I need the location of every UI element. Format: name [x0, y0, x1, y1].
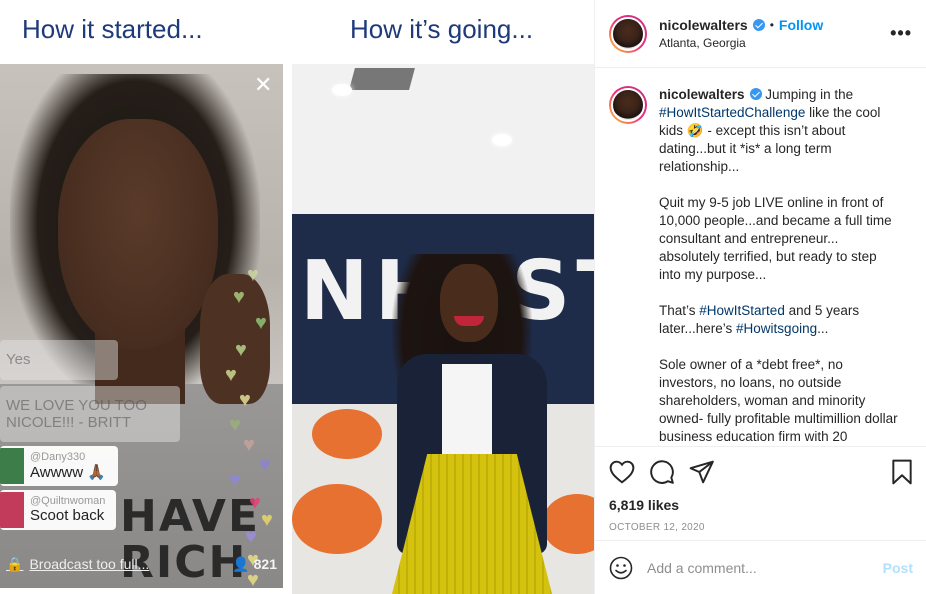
caption-p1-a: Jumping in the: [761, 87, 857, 102]
user-icon: 👤: [232, 555, 250, 572]
heart-icon[interactable]: [609, 460, 635, 484]
avatar-image: [611, 88, 645, 122]
hashtag-link[interactable]: #HowItStartedChallenge: [659, 105, 805, 120]
separator-dot: •: [769, 18, 774, 32]
heart-icon: ♥: [245, 526, 257, 548]
live-comment-user: @Dany330: [30, 450, 86, 463]
broadcast-link: 🔒 Broadcast too full...: [6, 556, 149, 573]
photo-face: [440, 264, 498, 342]
comment-bar: Post: [595, 540, 926, 594]
hashtag-link[interactable]: #HowItStarted: [699, 303, 785, 318]
photo-vent: [349, 68, 415, 90]
heart-icon: ♥: [243, 434, 255, 456]
comment-input[interactable]: [647, 559, 883, 576]
heart-icon: ♥: [249, 492, 261, 514]
avatar-image: [611, 16, 645, 51]
heart-icon: ♥: [255, 312, 267, 334]
bookmark-icon[interactable]: [891, 459, 913, 485]
heart-icon: ♥: [261, 509, 273, 531]
username-link[interactable]: nicolewalters: [659, 17, 748, 33]
caption-how-its-going: How it’s going...: [350, 14, 534, 44]
follow-button[interactable]: Follow: [779, 17, 823, 33]
caption-how-it-started: How it started...: [22, 14, 203, 44]
heart-icon: ♥: [259, 454, 271, 476]
heart-icon: ♥: [229, 469, 241, 491]
caption-p3-a: That’s: [659, 303, 700, 318]
emoji-icon[interactable]: [609, 556, 633, 580]
more-options-button[interactable]: •••: [890, 23, 912, 44]
heart-icon: ♥: [229, 414, 241, 436]
viewer-count: 👤 821: [232, 556, 277, 573]
photo-how-its-going: NHEST: [292, 64, 594, 594]
caption-p3-c: ...: [817, 321, 829, 336]
heart-icon: ♥: [225, 364, 237, 386]
heart-icon: ♥: [247, 264, 259, 286]
heart-icon: ♥: [233, 286, 245, 308]
verified-icon: [752, 19, 765, 31]
photo-light: [492, 134, 512, 146]
location-link[interactable]: Atlanta, Georgia: [659, 36, 890, 50]
comment-icon[interactable]: [649, 459, 675, 485]
post-date[interactable]: OCTOBER 12, 2020: [609, 522, 913, 533]
broadcast-text: Broadcast too full...: [29, 556, 150, 572]
hashtag-link[interactable]: #Howitsgoing: [736, 321, 817, 336]
photo-light: [332, 84, 352, 96]
avatar[interactable]: [609, 14, 647, 53]
photo-blouse: [442, 364, 492, 464]
caption-p4: Sole owner of a *debt free*, no investor…: [659, 357, 902, 444]
post-comment-button[interactable]: Post: [883, 560, 913, 576]
live-comment-user: @Quiltnwoman: [30, 495, 106, 507]
post-caption: nicolewalters Jumping in the #HowItStart…: [595, 68, 926, 448]
avatar[interactable]: [609, 86, 647, 124]
viewer-count-value: 821: [253, 556, 277, 572]
heart-icon: ♥: [235, 339, 247, 361]
avatar: [0, 448, 24, 484]
caption-username[interactable]: nicolewalters: [659, 87, 745, 102]
photo-chair: [292, 484, 382, 554]
post-author-info: nicolewalters • Follow Atlanta, Georgia: [659, 17, 890, 50]
live-comment-text: Scoot back: [30, 507, 105, 524]
live-comment: @Dany330 Awwww 🙏🏾: [0, 446, 118, 486]
caption-text: nicolewalters Jumping in the #HowItStart…: [659, 86, 899, 448]
photo-chair: [312, 409, 382, 459]
verified-icon: [749, 88, 762, 100]
floating-hearts: ♥ ♥ ♥ ♥ ♥ ♥ ♥ ♥ ♥ ♥ ♥ ♥ ♥ ♥ ♥: [225, 264, 280, 588]
photo-face: [58, 119, 218, 349]
likes-count[interactable]: 6,819 likes: [609, 497, 913, 513]
live-comment-text: WE LOVE YOU TOO NICOLE!!! - BRITT: [6, 396, 147, 431]
live-comment-text: Awwww 🙏🏾: [30, 463, 106, 481]
post-media[interactable]: How it started... How it’s going... HAVE…: [0, 0, 594, 594]
live-comment: Yes: [0, 340, 118, 380]
post-header: nicolewalters • Follow Atlanta, Georgia …: [595, 0, 926, 68]
share-icon[interactable]: [689, 460, 715, 484]
action-icons-row: [609, 447, 913, 497]
live-comment-text: Yes: [6, 351, 31, 368]
live-comment: @Quiltnwoman Scoot back: [0, 490, 116, 530]
lock-icon: 🔒: [6, 555, 24, 572]
broadcast-bar: 🔒 Broadcast too full... 👤 821: [0, 552, 283, 576]
post-side-panel: nicolewalters • Follow Atlanta, Georgia …: [594, 0, 926, 594]
post-actions: 6,819 likes OCTOBER 12, 2020: [595, 446, 926, 533]
photo-how-it-started: HAVE RICH ✕ ♥ ♥ ♥ ♥ ♥ ♥ ♥ ♥ ♥ ♥ ♥ ♥ ♥ ♥ …: [0, 64, 283, 588]
heart-icon: ♥: [239, 389, 251, 411]
caption-p2: Quit my 9-5 job LIVE online in front of …: [659, 195, 896, 282]
avatar: [0, 492, 24, 528]
close-icon: ✕: [254, 72, 273, 97]
live-comment: WE LOVE YOU TOO NICOLE!!! - BRITT: [0, 386, 180, 442]
